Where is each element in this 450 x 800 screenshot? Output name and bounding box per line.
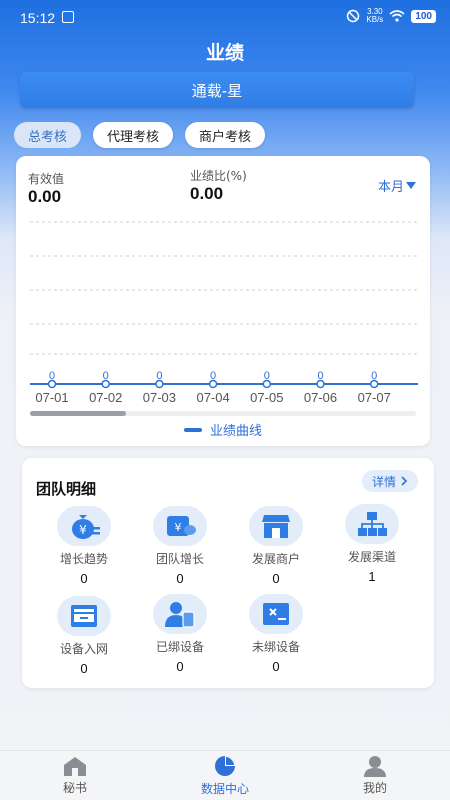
tab-merchant-assessment[interactable]: 商户考核 [185,122,266,148]
team-detail-card: 团队明细 详情 ¥ 增长趋势 0 ¥ 团队增长 0 发展商户 0 发展渠道 1 [22,458,434,688]
data-label: 0 [317,370,323,382]
legend-swatch [183,427,202,432]
grid-label: 发展商户 [251,552,300,566]
grid-value: 0 [80,571,88,586]
pie-chart-icon [215,756,235,776]
tabbar-data-center[interactable]: 数据中心 [150,751,300,800]
tabbar-label: 秘书 [62,781,87,795]
org-chart-icon [345,504,399,544]
assessment-tabs: 总考核 代理考核 商户考核 [14,122,266,148]
grid-device-network[interactable]: 设备入网 0 [36,596,132,676]
x-tick-label: 07-05 [250,390,283,405]
data-label: 0 [210,370,216,382]
grid-label: 增长趋势 [59,552,108,566]
grid-value: 0 [272,659,280,674]
money-bag-icon: ¥ [57,506,111,546]
tabbar-label: 数据中心 [200,782,249,796]
grid-develop-merchant[interactable]: 发展商户 0 [228,506,324,586]
x-tick-label: 07-07 [358,390,391,405]
store-selector[interactable]: 通载-星 [20,72,414,108]
chevron-right-icon [401,476,408,486]
grid-value: 1 [368,569,376,584]
store-icon [249,506,303,546]
data-label: 0 [371,370,377,382]
tabbar-mine[interactable]: 我的 [300,751,450,800]
net-speed-unit: KB/s [366,15,384,24]
user-device-icon [153,594,207,634]
status-right: 3.30 KB/s 100 [346,8,436,24]
svg-text:¥: ¥ [79,523,87,537]
x-tick-label: 07-06 [304,390,337,405]
battery-indicator: 100 [411,9,436,23]
team-title: 团队明细 [36,480,97,498]
data-label: 0 [264,370,270,382]
status-time: 15:12 [20,10,56,26]
performance-chart-card: 有效值 0.00 业绩比(%) 0.00 本月 0 07-01 0 07-02 0 07-… [16,156,430,446]
net-speed: 3.30 KB/s [366,8,383,24]
chart-legend[interactable]: 业绩曲线 [16,420,430,439]
legend-label: 业绩曲线 [209,424,262,439]
grid-develop-channel[interactable]: 发展渠道 1 [324,504,420,584]
grid-label: 团队增长 [155,552,204,566]
page-title: 业绩 [205,42,244,64]
data-label: 0 [49,370,55,382]
grid-team-growth[interactable]: ¥ 团队增长 0 [132,506,228,586]
profile-icon [364,756,386,777]
tab-agent-assessment[interactable]: 代理考核 [93,122,174,148]
grid-value: 0 [176,659,184,674]
chart-scrollbar-thumb[interactable] [30,411,126,416]
grid-growth-trend[interactable]: ¥ 增长趋势 0 [36,506,132,586]
tabbar-label: 我的 [362,781,387,795]
grid-label: 已绑设备 [155,640,204,654]
do-not-disturb-icon [347,9,360,23]
data-label: 0 [103,370,109,382]
grid-label: 发展渠道 [347,550,396,564]
grid-value: 0 [176,571,184,586]
grid-value: 0 [272,571,280,586]
wallet-icon: ¥ [153,506,207,546]
grid-bound-devices[interactable]: 已绑设备 0 [132,594,228,674]
chart-scrollbar[interactable] [30,411,416,416]
x-tick-label: 07-03 [143,390,176,405]
unbound-device-icon [249,594,303,634]
detail-label: 详情 [371,474,396,489]
wifi-icon [389,10,405,22]
x-tick-label: 07-04 [196,390,229,405]
bottom-tab-bar: 秘书 数据中心 我的 [0,750,450,800]
detail-button[interactable]: 详情 [361,470,418,492]
svg-text:¥: ¥ [175,521,182,534]
status-bar: 15:12 3.30 KB/s 100 [0,0,450,34]
grid-unbound-devices[interactable]: 未绑设备 0 [228,594,324,674]
tab-total-assessment[interactable]: 总考核 [14,122,82,148]
home-icon [64,757,86,776]
grid-label: 设备入网 [59,642,108,656]
notification-app-icon [62,11,74,23]
tabbar-secretary[interactable]: 秘书 [0,751,150,800]
grid-label: 未绑设备 [251,640,300,654]
inbox-icon [57,596,111,636]
performance-line-chart: 0 07-01 0 07-02 0 07-03 0 07-04 0 07-05 0 07-06 0 07-… [30,221,418,405]
x-tick-label: 07-01 [35,390,68,405]
grid-value: 0 [80,661,88,676]
x-tick-label: 07-02 [89,390,122,405]
data-label: 0 [156,370,162,382]
